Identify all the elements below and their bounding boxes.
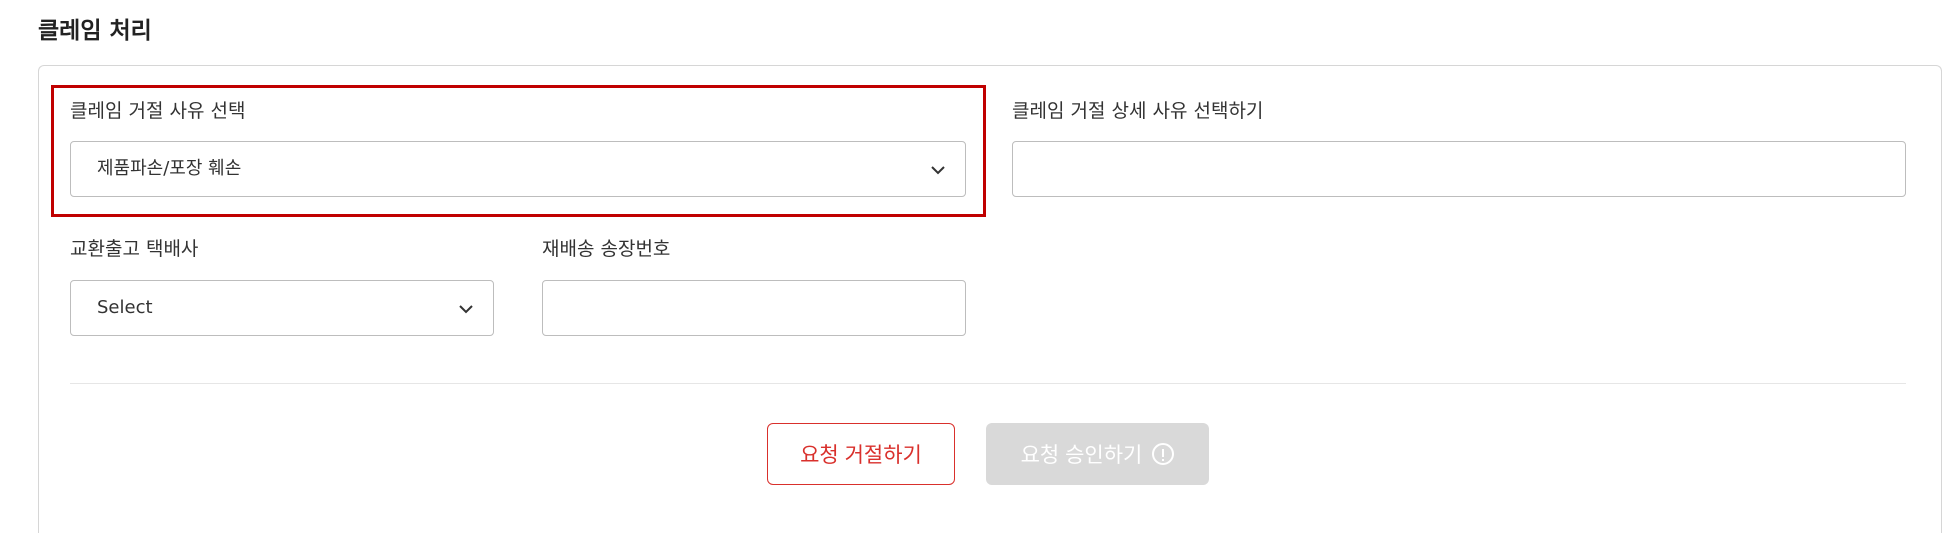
chevron-down-icon (459, 305, 473, 314)
courier-label: 교환출고 택배사 (70, 238, 199, 260)
courier-select[interactable]: Select (70, 280, 494, 336)
reject-request-label: 요청 거절하기 (800, 444, 922, 467)
reject-detail-input[interactable] (1012, 141, 1906, 197)
tracking-label: 재배송 송장번호 (542, 238, 671, 260)
reject-request-button[interactable]: 요청 거절하기 (767, 423, 955, 485)
approve-request-label: 요청 승인하기 (1020, 444, 1143, 467)
info-icon (1152, 443, 1175, 465)
section-title: 클레임 처리 (38, 18, 152, 44)
divider (70, 383, 1906, 384)
highlight-box (51, 85, 986, 217)
courier-value: Select (97, 297, 153, 318)
tracking-input[interactable] (542, 280, 966, 336)
approve-request-button[interactable]: 요청 승인하기 (986, 423, 1209, 485)
reject-detail-label: 클레임 거절 상세 사유 선택하기 (1012, 100, 1264, 122)
